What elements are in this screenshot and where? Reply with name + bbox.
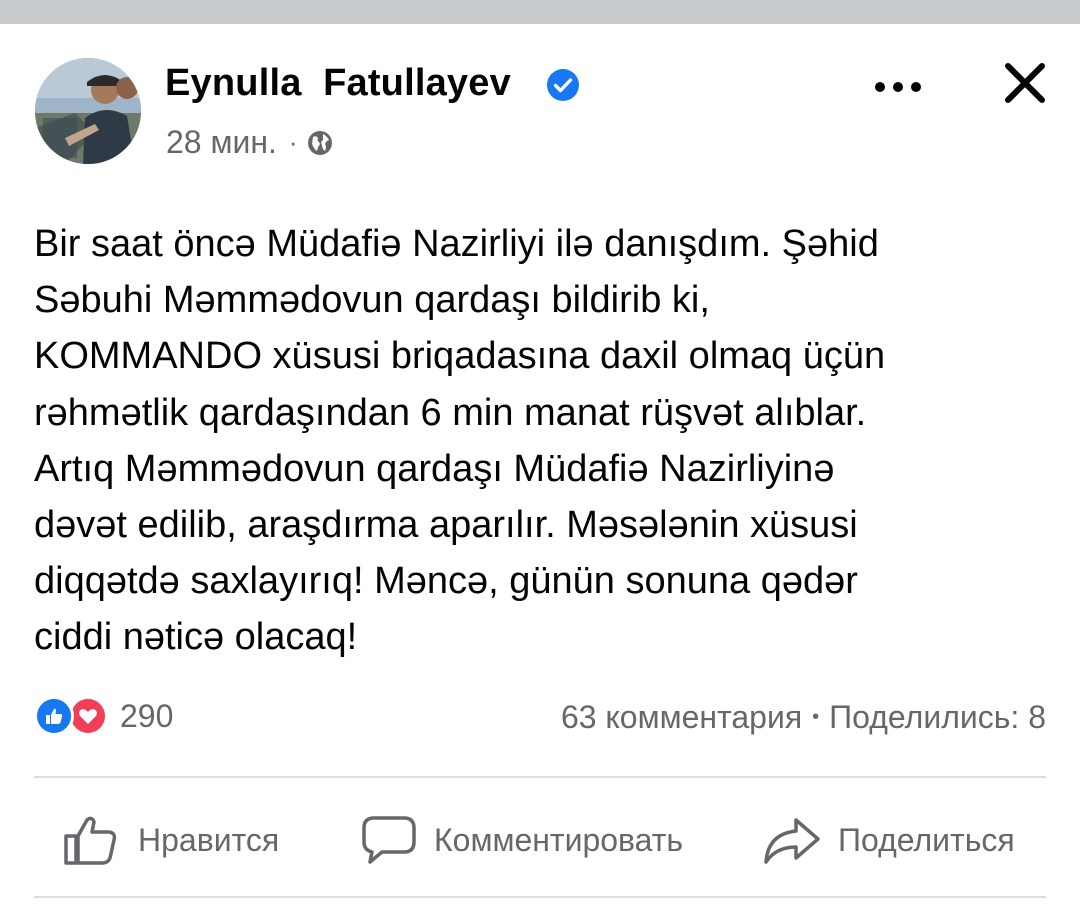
reactions-summary[interactable]: 290 [34, 696, 173, 736]
engagement-stats: 63 комментария • Поделились: 8 [561, 699, 1046, 736]
more-dots-icon [875, 82, 921, 92]
verified-badge-icon [547, 69, 579, 101]
share-label: Поделиться [838, 821, 1015, 858]
love-reaction-icon [68, 696, 108, 736]
comment-bubble-icon [362, 816, 416, 864]
comments-count-link[interactable]: 63 комментария [561, 699, 802, 736]
post-action-bar: Нравится Комментировать Поделиться [0, 814, 1080, 866]
post-timestamp[interactable]: 28 мин. [166, 124, 277, 161]
author-avatar[interactable] [35, 58, 141, 164]
status-bar-strip [0, 0, 1080, 24]
shares-count-link[interactable]: Поделились: 8 [829, 699, 1046, 736]
meta-separator: · [288, 127, 298, 157]
close-icon [1005, 63, 1045, 103]
like-reaction-icon [34, 696, 74, 736]
thumbs-up-icon [64, 816, 117, 865]
divider-top [34, 776, 1046, 778]
stats-separator: • [812, 706, 820, 728]
like-label: Нравится [138, 821, 280, 858]
post-card: Eynulla Fatullayev 28 мин. · Bir saat ön… [0, 24, 1080, 908]
share-button[interactable]: Поделиться [762, 814, 1015, 866]
post-meta: 28 мин. · [166, 124, 334, 161]
globe-icon [307, 130, 332, 155]
comment-button[interactable]: Комментировать [360, 814, 683, 866]
author-name[interactable]: Eynulla Fatullayev [165, 62, 511, 105]
more-options-button[interactable] [872, 72, 924, 102]
divider-bottom [34, 896, 1046, 898]
post-body-text: Bir saat öncə Müdafiə Nazirliyi ilə danı… [34, 223, 886, 659]
like-button[interactable]: Нравится [62, 814, 279, 866]
close-button[interactable] [1000, 58, 1050, 108]
comment-label: Комментировать [434, 821, 684, 858]
share-arrow-icon [764, 818, 820, 864]
avatar-photo [35, 58, 141, 164]
reactions-count: 290 [120, 697, 174, 734]
